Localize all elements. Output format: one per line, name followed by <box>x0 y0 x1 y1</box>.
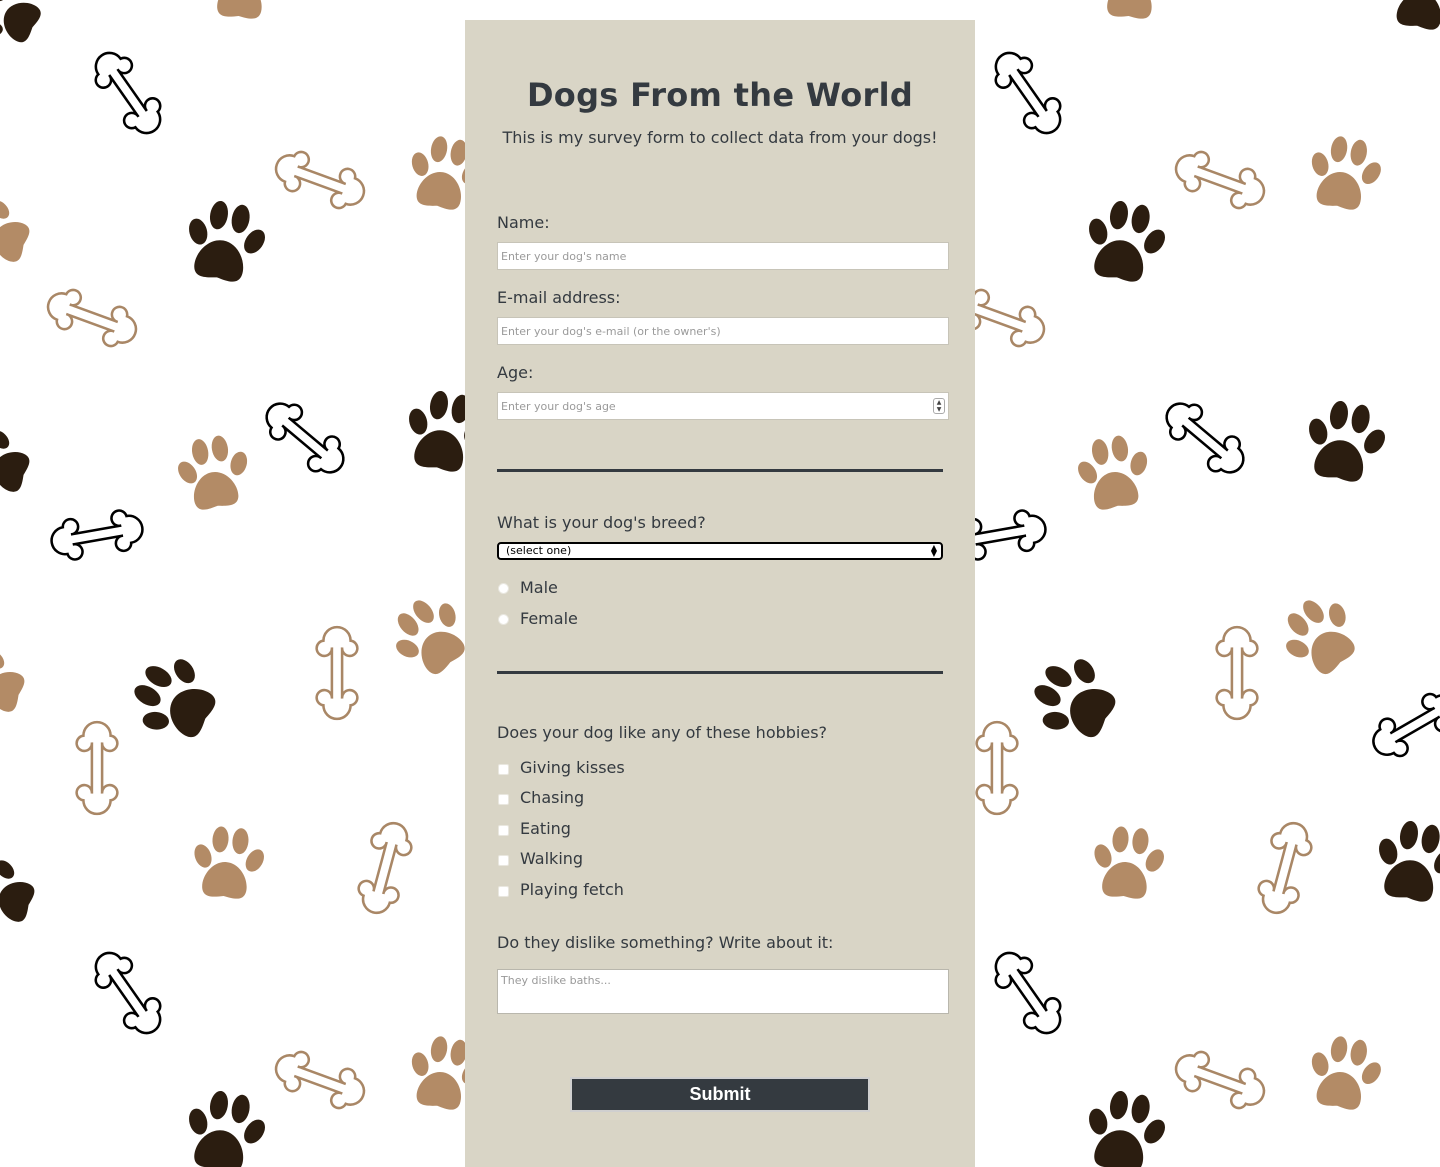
name-input[interactable] <box>497 242 949 270</box>
hobby-checkbox-playing-fetch[interactable] <box>498 886 509 897</box>
hobby-checkbox-walking[interactable] <box>498 855 509 866</box>
dog-bone-icon <box>315 625 359 721</box>
female-radio[interactable] <box>498 614 509 625</box>
section-divider <box>497 469 943 472</box>
dislikes-textarea[interactable]: They dislike baths... <box>497 969 949 1014</box>
paw-print-icon <box>1268 583 1373 687</box>
paw-print-icon <box>0 0 52 57</box>
dog-bone-icon <box>83 942 173 1044</box>
age-input[interactable] <box>497 392 949 420</box>
page-description: This is my survey form to collect data f… <box>502 128 938 147</box>
paw-print-icon <box>1381 0 1440 35</box>
hobby-label: Playing fetch <box>520 880 624 899</box>
paw-print-icon <box>1077 1085 1174 1167</box>
male-label: Male <box>520 578 558 597</box>
dog-bone-icon <box>1215 625 1259 721</box>
paw-print-icon <box>1070 430 1158 514</box>
breed-label: What is your dog's breed? <box>497 513 706 532</box>
email-label: E-mail address: <box>497 288 621 307</box>
dog-bone-icon <box>352 817 418 919</box>
dog-bone-icon <box>1363 683 1440 767</box>
submit-button[interactable]: Submit <box>570 1077 870 1112</box>
breed-select[interactable]: (select one) ▲ ▼ <box>497 542 943 560</box>
paw-print-icon <box>1092 0 1175 22</box>
hobby-checkbox-giving-kisses[interactable] <box>498 764 509 775</box>
survey-form: Dogs From the World This is my survey fo… <box>465 20 975 1167</box>
hobby-checkbox-chasing[interactable] <box>498 794 509 805</box>
paw-print-icon <box>0 639 33 727</box>
dog-bone-icon <box>268 1043 372 1117</box>
paw-print-icon <box>0 419 38 507</box>
dog-bone-icon <box>1168 143 1272 217</box>
dog-bone-icon <box>1168 1043 1272 1117</box>
hobby-label: Eating <box>520 819 571 838</box>
paw-print-icon <box>177 195 274 287</box>
hobby-label: Chasing <box>520 788 585 807</box>
dog-bone-icon <box>83 42 173 144</box>
female-label: Female <box>520 609 578 628</box>
name-label: Name: <box>497 213 550 232</box>
section-divider <box>497 671 943 674</box>
paw-print-icon <box>1301 131 1389 215</box>
dog-bone-icon <box>983 42 1073 144</box>
dislikes-label: Do they dislike something? Write about i… <box>497 933 834 952</box>
paw-print-icon <box>1367 815 1440 907</box>
paw-print-icon <box>1087 824 1170 902</box>
hobbies-label: Does your dog like any of these hobbies? <box>497 723 828 742</box>
dog-bone-icon <box>983 942 1073 1044</box>
email-input[interactable] <box>497 317 949 345</box>
dog-bone-icon <box>75 720 119 816</box>
hobby-checkbox-eating[interactable] <box>498 825 509 836</box>
hobby-label: Walking <box>520 849 584 868</box>
hobby-label: Giving kisses <box>520 758 625 777</box>
paw-print-icon <box>177 1085 274 1167</box>
male-radio[interactable] <box>498 583 509 594</box>
dog-bone-icon <box>40 281 144 355</box>
dog-bone-icon <box>46 505 148 565</box>
page-title: Dogs From the World <box>526 76 914 114</box>
dog-bone-icon <box>268 143 372 217</box>
paw-print-icon <box>1301 1031 1389 1115</box>
dog-bone-icon <box>255 391 355 485</box>
paw-print-icon <box>0 189 38 277</box>
dog-bone-icon <box>975 720 1019 816</box>
age-spinner-icon[interactable]: ▲ ▼ <box>933 398 945 414</box>
dog-bone-icon <box>1155 391 1255 485</box>
paw-print-icon <box>0 849 43 937</box>
paw-print-icon <box>187 824 270 902</box>
paw-print-icon <box>170 430 258 514</box>
paw-print-icon <box>1297 395 1394 487</box>
age-label: Age: <box>497 363 534 382</box>
paw-print-icon <box>202 0 285 22</box>
paw-print-icon <box>119 642 229 755</box>
paw-print-icon <box>1077 195 1174 287</box>
dog-bone-icon <box>1252 817 1318 919</box>
dislikes-placeholder: They dislike baths... <box>501 974 611 987</box>
select-arrows-icon: ▲ ▼ <box>930 543 937 558</box>
paw-print-icon <box>1019 642 1129 755</box>
breed-select-value: (select one) <box>506 544 572 557</box>
